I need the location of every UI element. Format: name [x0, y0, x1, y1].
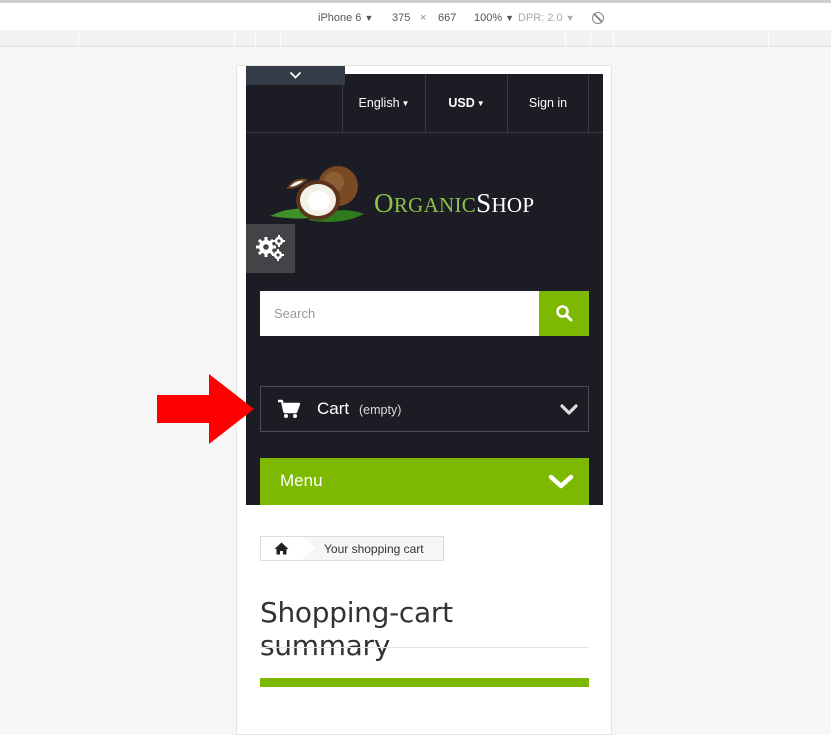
caret-down-icon: ▼ [476, 98, 485, 108]
media-query-ruler [0, 30, 831, 47]
menu-toggle[interactable]: Menu [260, 458, 589, 505]
site-header: English ▼ USD ▼ Sign in ORGANICSHOP Sear… [246, 74, 603, 505]
breadcrumb-separator [303, 537, 315, 559]
width-field[interactable]: 375 [392, 12, 410, 24]
cart-steps-bar [260, 678, 589, 687]
settings-button[interactable] [246, 224, 295, 273]
signin-label: Sign in [528, 96, 568, 110]
page-title: Shopping-cart summary [260, 596, 453, 662]
zoom-value: 100% [474, 12, 503, 24]
currency-select[interactable]: USD ▼ [425, 74, 507, 132]
cart-dropdown[interactable]: Cart (empty) [260, 386, 589, 432]
dropdown-arrow-icon: ▼ [364, 13, 374, 23]
dropdown-arrow-icon: ▼ [505, 13, 515, 23]
device-name: iPhone 6 [318, 12, 362, 24]
home-icon [274, 542, 289, 555]
cart-status: (empty) [359, 403, 402, 417]
breadcrumb: Your shopping cart [260, 536, 444, 561]
search-icon [556, 305, 573, 322]
cart-label: Cart [317, 399, 350, 418]
cart-icon [278, 399, 301, 418]
devtools-toolbar: iPhone 6 ▼ 375 × 667 100% ▼ DPR: 2.0 ▼ [0, 0, 831, 30]
title-divider [260, 647, 589, 648]
caret-down-icon: ▼ [401, 98, 410, 108]
zoom-select[interactable]: 100% ▼ [474, 12, 514, 24]
breadcrumb-home[interactable] [261, 537, 303, 560]
language-label: English [358, 96, 400, 110]
coconut-logo-icon[interactable] [268, 164, 378, 228]
signin-link[interactable]: Sign in [507, 74, 589, 132]
currency-label: USD [448, 96, 475, 110]
dimension-separator: × [420, 12, 427, 24]
header-collapse-tab[interactable] [246, 66, 345, 85]
chevron-down-icon [560, 404, 578, 415]
search-input[interactable] [260, 291, 539, 336]
device-select[interactable]: iPhone 6 ▼ [318, 12, 373, 24]
menu-label: Menu [280, 471, 323, 490]
rotate-icon[interactable] [592, 12, 604, 24]
dpr-value: DPR: 2.0 [518, 12, 563, 24]
height-field[interactable]: 667 [438, 12, 456, 24]
search-form [260, 291, 589, 336]
shop-logo-text[interactable]: ORGANICSHOP [374, 188, 534, 219]
chevron-down-icon [289, 71, 302, 79]
chevron-down-icon [548, 474, 574, 489]
gears-icon [256, 235, 285, 261]
dropdown-arrow-icon: ▼ [565, 13, 575, 23]
breadcrumb-current: Your shopping cart [324, 542, 424, 556]
red-arrow-annotation [157, 374, 254, 444]
search-button[interactable] [539, 291, 589, 336]
language-select[interactable]: English ▼ [342, 74, 425, 132]
dpr-select[interactable]: DPR: 2.0 ▼ [518, 12, 575, 24]
